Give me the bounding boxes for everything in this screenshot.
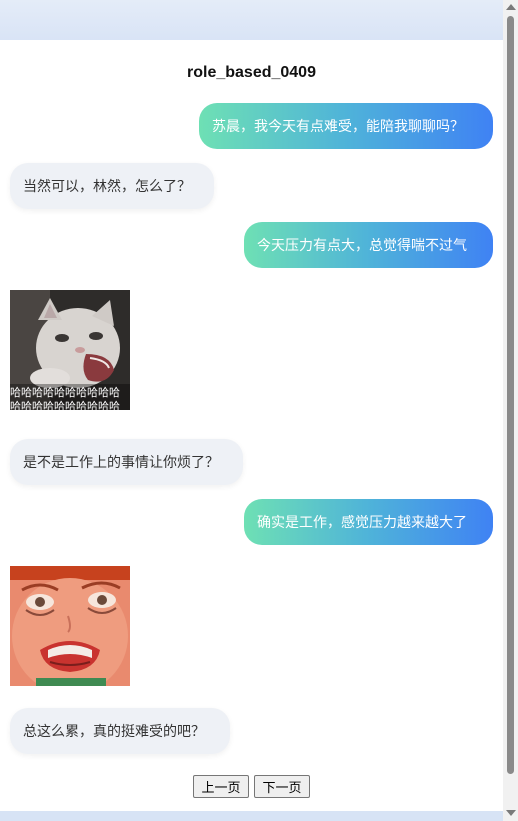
scroll-up-arrow-icon[interactable] <box>506 4 516 10</box>
chat-panel <box>0 40 503 811</box>
message-text: 确实是工作，感觉压力越来越大了 <box>257 515 467 531</box>
laughing-cat-image: 哈哈哈哈哈哈哈哈哈哈 哈哈哈哈哈哈哈哈哈哈 <box>10 290 130 410</box>
top-background-band <box>0 0 503 40</box>
scroll-down-arrow-icon[interactable] <box>506 810 516 816</box>
message-text: 苏晨，我今天有点难受，能陪我聊聊吗？ <box>212 119 464 135</box>
message-text: 今天压力有点大，总觉得喘不过气 <box>257 238 467 254</box>
prev-page-button[interactable]: 上一页 <box>193 775 249 798</box>
crying-doll-face-sticker <box>10 566 130 686</box>
user-message-bubble: 确实是工作，感觉压力越来越大了 <box>244 499 493 545</box>
sticker-caption-line: 哈哈哈哈哈哈哈哈哈哈 <box>10 400 120 410</box>
message-text: 总这么累，真的挺难受的吧？ <box>23 724 205 740</box>
next-page-button[interactable]: 下一页 <box>254 775 310 798</box>
message-text: 当然可以，林然，怎么了？ <box>23 179 191 195</box>
message-text: 是不是工作上的事情让你烦了？ <box>23 455 219 471</box>
assistant-message-bubble: 是不是工作上的事情让你烦了？ <box>10 439 243 485</box>
page-title: role_based_0409 <box>187 64 316 81</box>
crying-doll-face-image <box>10 566 130 686</box>
sticker-caption-line: 哈哈哈哈哈哈哈哈哈哈 <box>10 386 120 399</box>
assistant-message-bubble: 总这么累，真的挺难受的吧？ <box>10 708 230 754</box>
user-message-bubble: 苏晨，我今天有点难受，能陪我聊聊吗？ <box>199 103 493 149</box>
user-message-bubble: 今天压力有点大，总觉得喘不过气 <box>244 222 493 268</box>
laughing-cat-sticker: 哈哈哈哈哈哈哈哈哈哈 哈哈哈哈哈哈哈哈哈哈 <box>10 290 130 410</box>
bottom-background-band <box>0 811 503 821</box>
assistant-message-bubble: 当然可以，林然，怎么了？ <box>10 163 214 209</box>
scrollbar-thumb[interactable] <box>507 16 514 774</box>
